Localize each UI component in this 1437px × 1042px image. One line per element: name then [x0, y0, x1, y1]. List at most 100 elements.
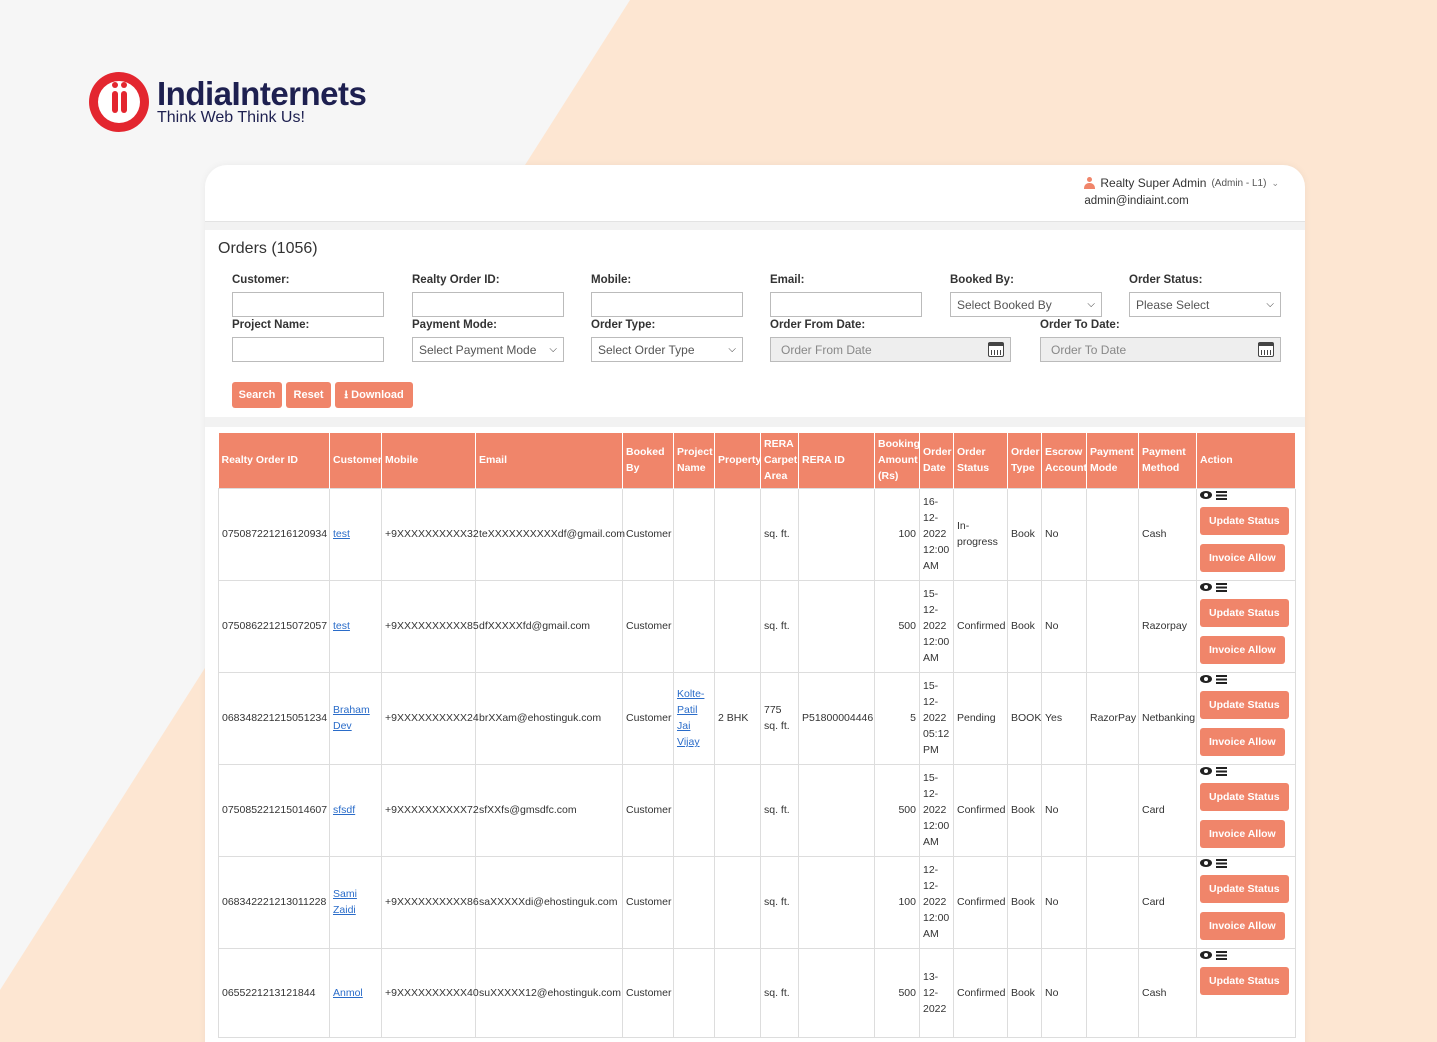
cell-text: Customer: [626, 804, 672, 816]
eye-icon[interactable]: [1200, 675, 1212, 683]
column-header: Customer: [329, 433, 382, 488]
top-bar: Realty Super Admin (Admin - L1) ⌄ admin@…: [205, 165, 1305, 222]
from-date-label: Order From Date:: [770, 319, 866, 331]
cell-text: +9XXXXXXXXXX86: [385, 896, 479, 908]
eye-icon[interactable]: [1200, 951, 1212, 959]
cell-area: sq. ft.: [760, 855, 799, 949]
list-icon[interactable]: [1216, 674, 1227, 684]
mobile-input[interactable]: [591, 292, 743, 317]
cell-status: In-progress: [953, 487, 1008, 581]
to-date-label: Order To Date:: [1040, 319, 1120, 331]
column-header: Booking Amount (Rs): [874, 433, 920, 488]
from-date-input[interactable]: Order From Date: [770, 337, 1011, 362]
cell-text: RazorPay: [1090, 712, 1137, 724]
calendar-icon[interactable]: [1258, 342, 1274, 357]
eye-icon[interactable]: [1200, 583, 1212, 591]
column-header: Property: [714, 433, 761, 488]
cell-date: 15- 12- 2022 12:00 AM: [919, 579, 954, 673]
cell-rera: [798, 763, 875, 857]
cell-email: teXXXXXXXXXXdf@gmail.com: [475, 487, 625, 581]
chevron-down-icon: ⌵: [549, 344, 557, 355]
invoice-allow-button[interactable]: Invoice Allow: [1200, 727, 1285, 756]
cell-property: 2 BHK: [714, 671, 761, 765]
customer-link[interactable]: test: [333, 620, 350, 632]
eye-icon[interactable]: [1200, 859, 1212, 867]
calendar-icon[interactable]: [988, 342, 1004, 357]
cell-project: [673, 487, 715, 581]
invoice-allow-button[interactable]: Invoice Allow: [1200, 635, 1285, 664]
cell-text: Customer: [626, 712, 672, 724]
project-link[interactable]: Kolte- Patil Jai Vijay: [677, 688, 704, 748]
customer-link[interactable]: Anmol: [333, 987, 363, 999]
list-icon[interactable]: [1216, 766, 1227, 776]
invoice-allow-button[interactable]: Invoice Allow: [1200, 911, 1285, 940]
cell-area: 775 sq. ft.: [760, 671, 799, 765]
cell-text: Cash: [1142, 528, 1167, 540]
cell-rera: [798, 947, 875, 1038]
cell-type: Book: [1007, 763, 1042, 857]
update-status-button[interactable]: Update Status: [1200, 874, 1289, 903]
cell-project: [673, 947, 715, 1038]
cell-property: [714, 579, 761, 673]
page-title: Orders (1056): [218, 240, 318, 257]
download-button[interactable]: ⭳ Download: [335, 382, 413, 408]
cell-project: [673, 579, 715, 673]
customer-link[interactable]: test: [333, 528, 350, 540]
invoice-allow-button[interactable]: Invoice Allow: [1200, 543, 1285, 572]
project-name-input[interactable]: [232, 337, 384, 362]
order-id-input[interactable]: [412, 292, 564, 317]
payment-mode-select[interactable]: Select Payment Mode ⌵: [412, 337, 564, 362]
update-status-button[interactable]: Update Status: [1200, 506, 1289, 535]
cell-pay-mode: [1086, 763, 1139, 857]
cell-date: 15- 12- 2022 05:12 PM: [919, 671, 954, 765]
user-email: admin@indiaint.com: [1084, 195, 1189, 207]
cell-text: +9XXXXXXXXXX24: [385, 712, 479, 724]
list-icon[interactable]: [1216, 490, 1227, 500]
cell-text: Confirmed: [957, 986, 1006, 999]
cell-project: Kolte- Patil Jai Vijay: [673, 671, 715, 765]
order-status-select[interactable]: Please Select ⌵: [1129, 292, 1281, 317]
cell-text: Book: [1011, 804, 1035, 816]
order-type-select[interactable]: Select Order Type ⌵: [591, 337, 743, 362]
payment-mode-label: Payment Mode:: [412, 319, 497, 331]
table-row: 068342221213011228 Sami Zaidi +9XXXXXXXXXX8…: [218, 855, 1296, 949]
table-row: 075086221215072057 test +9XXXXXXXXXX85 dfXX…: [218, 579, 1296, 673]
cell-text: Book: [1011, 528, 1035, 540]
customer-input[interactable]: [232, 292, 384, 317]
update-status-button[interactable]: Update Status: [1200, 782, 1289, 811]
chevron-down-icon[interactable]: ⌄: [1271, 178, 1279, 189]
cell-type: Book: [1007, 579, 1042, 673]
invoice-allow-button[interactable]: Invoice Allow: [1200, 819, 1285, 848]
update-status-button[interactable]: Update Status: [1200, 966, 1289, 995]
cell-amount: 500: [874, 579, 920, 673]
search-button[interactable]: Search: [232, 382, 282, 408]
project-name-label: Project Name:: [232, 319, 310, 331]
cell-email: saXXXXXdi@ehostinguk.com: [475, 855, 623, 949]
cell-action: Update Status Invoice Allow: [1196, 579, 1296, 673]
customer-link[interactable]: Braham Dev: [333, 704, 370, 732]
booked-by-select[interactable]: Select Booked By ⌵: [950, 292, 1102, 317]
email-input[interactable]: [770, 292, 922, 317]
column-header: Order Status: [953, 433, 1008, 488]
cell-project: [673, 763, 715, 857]
to-date-input[interactable]: Order To Date: [1040, 337, 1281, 362]
order-status-label: Order Status:: [1129, 274, 1203, 286]
table-row: 075087221216120934 test +9XXXXXXXXXX32 teXX…: [218, 487, 1296, 581]
cell-customer: Anmol: [329, 947, 382, 1038]
customer-link[interactable]: Sami Zaidi: [333, 888, 357, 916]
brand-logo: IndiaInternets Think Web Think Us!: [89, 72, 367, 132]
cell-text: sq. ft.: [764, 620, 790, 632]
list-icon[interactable]: [1216, 858, 1227, 868]
cell-pay-mode: [1086, 579, 1139, 673]
eye-icon[interactable]: [1200, 767, 1212, 775]
eye-icon[interactable]: [1200, 491, 1212, 499]
cell-booked-by: Customer: [622, 671, 674, 765]
customer-link[interactable]: sfsdf: [333, 804, 355, 816]
update-status-button[interactable]: Update Status: [1200, 598, 1289, 627]
list-icon[interactable]: [1216, 582, 1227, 592]
list-icon[interactable]: [1216, 950, 1227, 960]
update-status-button[interactable]: Update Status: [1200, 690, 1289, 719]
cell-pay-method: Card: [1138, 763, 1197, 857]
reset-button[interactable]: Reset: [286, 382, 331, 408]
user-menu[interactable]: Realty Super Admin (Admin - L1) ⌄ admin@…: [1084, 176, 1279, 207]
